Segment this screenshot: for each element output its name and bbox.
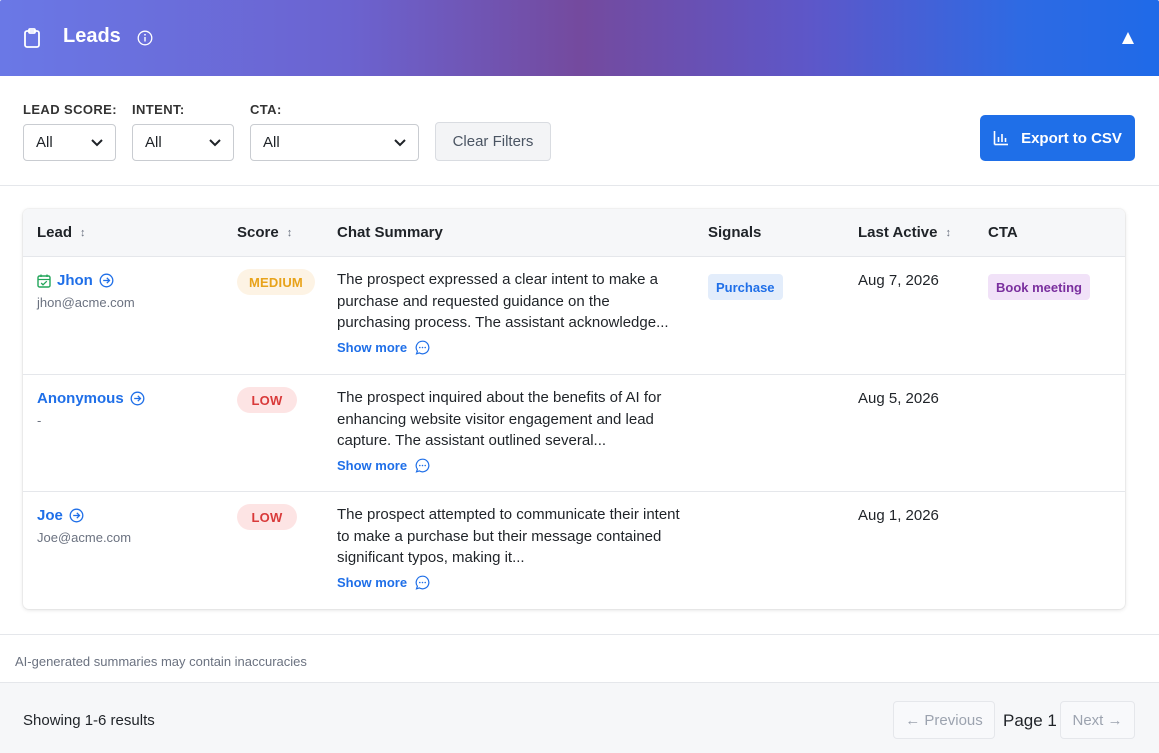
sort-icon: ↕ bbox=[80, 226, 86, 239]
intent-value: All bbox=[145, 134, 162, 151]
table-row: Jhon jhon@acme.com MEDIUM The prospect e… bbox=[23, 257, 1125, 375]
chevron-down-icon bbox=[91, 138, 103, 146]
lead-name-link[interactable]: Anonymous bbox=[37, 390, 145, 407]
show-more-link[interactable]: Show more bbox=[337, 575, 430, 590]
last-active-date: Aug 7, 2026 bbox=[858, 272, 939, 289]
bar-chart-icon bbox=[993, 131, 1009, 146]
chat-summary: The prospect attempted to communicate th… bbox=[337, 506, 680, 566]
last-active-date: Aug 5, 2026 bbox=[858, 390, 939, 407]
pagination-footer: Showing 1-6 results ← Previous Page 1 Ne… bbox=[0, 682, 1159, 753]
cta-badge: Book meeting bbox=[988, 274, 1090, 300]
score-badge: LOW bbox=[237, 504, 297, 530]
column-header-lead[interactable]: Lead ↕ bbox=[37, 224, 86, 241]
lead-name-link[interactable]: Joe bbox=[37, 507, 84, 524]
show-more-link[interactable]: Show more bbox=[337, 458, 430, 473]
show-more-link[interactable]: Show more bbox=[337, 340, 430, 355]
column-header-signals: Signals bbox=[708, 224, 762, 241]
lead-email: jhon@acme.com bbox=[37, 295, 135, 310]
leads-table: Lead ↕ Score ↕ Chat Summary Signals Last A… bbox=[23, 209, 1125, 609]
previous-page-button[interactable]: ← Previous bbox=[893, 701, 995, 739]
table-header: Lead ↕ Score ↕ Chat Summary Signals Last A… bbox=[23, 209, 1125, 257]
column-header-score[interactable]: Score ↕ bbox=[237, 224, 292, 241]
chat-bubble-icon bbox=[415, 458, 430, 473]
intent-label: INTENT: bbox=[132, 102, 185, 117]
disclaimer-band: AI-generated summaries may contain inacc… bbox=[0, 634, 1159, 682]
info-icon[interactable] bbox=[137, 30, 153, 46]
score-badge: MEDIUM bbox=[237, 269, 315, 295]
sort-icon: ↕ bbox=[945, 226, 951, 239]
arrow-circle-right-icon bbox=[99, 273, 114, 288]
chevron-down-icon bbox=[209, 138, 221, 146]
arrow-circle-right-icon bbox=[130, 391, 145, 406]
arrow-circle-right-icon bbox=[69, 508, 84, 523]
clipboard-icon bbox=[24, 28, 40, 48]
cta-value: All bbox=[263, 134, 280, 151]
column-header-cta: CTA bbox=[988, 224, 1018, 241]
signal-badge: Purchase bbox=[708, 274, 783, 300]
intent-select[interactable]: All bbox=[132, 124, 234, 161]
leads-panel: Leads LEAD SCORE: All INTENT: All CTA: A… bbox=[0, 0, 1159, 753]
cta-label: CTA: bbox=[250, 102, 282, 117]
collapse-icon[interactable] bbox=[1120, 30, 1136, 46]
page-title: Leads bbox=[63, 25, 121, 47]
calendar-check-icon bbox=[37, 274, 51, 288]
table-row: Joe Joe@acme.com LOW The prospect attemp… bbox=[23, 492, 1125, 609]
column-header-chat-summary: Chat Summary bbox=[337, 224, 443, 241]
last-active-date: Aug 1, 2026 bbox=[858, 507, 939, 524]
export-csv-button[interactable]: Export to CSV bbox=[980, 115, 1135, 161]
table-row: Anonymous - LOW The prospect inquired ab… bbox=[23, 375, 1125, 492]
cta-select[interactable]: All bbox=[250, 124, 419, 161]
chat-summary: The prospect expressed a clear intent to… bbox=[337, 271, 669, 331]
next-page-button[interactable]: Next → bbox=[1060, 701, 1135, 739]
chat-summary: The prospect inquired about the benefits… bbox=[337, 389, 662, 449]
chat-bubble-icon bbox=[415, 575, 430, 590]
chevron-down-icon bbox=[394, 138, 406, 146]
results-count: Showing 1-6 results bbox=[23, 712, 155, 729]
clear-filters-button[interactable]: Clear Filters bbox=[435, 122, 551, 161]
column-header-last-active[interactable]: Last Active ↕ bbox=[858, 224, 951, 241]
lead-score-select[interactable]: All bbox=[23, 124, 116, 161]
chat-bubble-icon bbox=[415, 340, 430, 355]
sort-icon: ↕ bbox=[286, 226, 293, 239]
lead-score-label: LEAD SCORE: bbox=[23, 102, 117, 117]
filter-bar: LEAD SCORE: All INTENT: All CTA: All Cle… bbox=[0, 76, 1159, 186]
lead-email: Joe@acme.com bbox=[37, 530, 132, 545]
leads-header: Leads bbox=[0, 0, 1159, 76]
page-indicator: Page 1 bbox=[1003, 711, 1057, 730]
ai-disclaimer: AI-generated summaries may contain inacc… bbox=[15, 654, 307, 669]
export-label: Export to CSV bbox=[1021, 129, 1122, 147]
lead-email: - bbox=[37, 413, 42, 428]
lead-name-link[interactable]: Jhon bbox=[37, 272, 114, 289]
lead-score-value: All bbox=[36, 134, 53, 151]
score-badge: LOW bbox=[237, 387, 297, 413]
